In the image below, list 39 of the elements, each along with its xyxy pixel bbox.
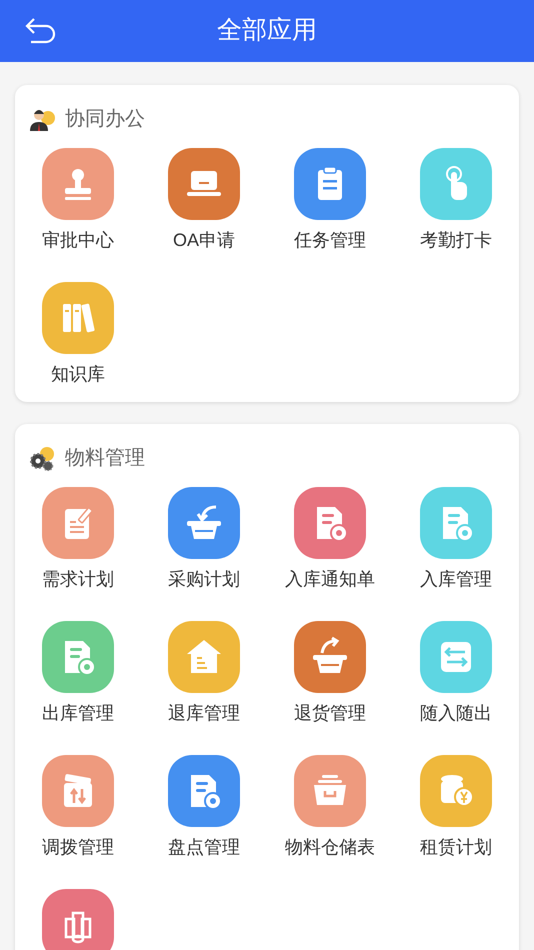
app-label: 调拨管理 — [42, 837, 114, 858]
app-label: OA申请 — [172, 230, 235, 251]
app-label: 租赁计划 — [420, 837, 492, 858]
app-tile[interactable]: 租赁计划 — [393, 755, 519, 858]
gears-coin-icon — [29, 445, 57, 471]
app-label: 入库通知单 — [285, 569, 375, 590]
app-tile[interactable]: 需求计划 — [15, 487, 141, 590]
app-tile[interactable]: 考勤打卡 — [393, 148, 519, 251]
app-label: 需求计划 — [42, 569, 114, 590]
section-title: 物料管理 — [65, 446, 145, 471]
app-tile[interactable]: 出库管理 — [15, 621, 141, 724]
app-tile[interactable]: 随入随出 — [393, 621, 519, 724]
page-title: 全部应用 — [217, 15, 317, 46]
app-tile[interactable]: 入库通知单 — [267, 487, 393, 590]
app-tile[interactable]: 入库管理 — [393, 487, 519, 590]
app-label: 退货管理 — [294, 703, 366, 724]
app-tile[interactable]: OA申请 — [141, 148, 267, 251]
app-label: 采购计划 — [168, 569, 240, 590]
app-label: 审批中心 — [42, 230, 114, 251]
app-tile[interactable]: 退货管理 — [267, 621, 393, 724]
app-label: 考勤打卡 — [420, 230, 492, 251]
app-label: 随入随出 — [420, 703, 492, 724]
app-tile[interactable]: 调拨管理 — [15, 755, 141, 858]
app-label: 任务管理 — [294, 230, 366, 251]
app-tile[interactable]: 知识库 — [15, 282, 141, 385]
app-tile[interactable]: 采购计划 — [141, 487, 267, 590]
app-tile[interactable]: 任务管理 — [267, 148, 393, 251]
app-tile[interactable]: 盘点管理 — [141, 755, 267, 858]
app-tile[interactable]: 审批中心 — [15, 148, 141, 251]
back-arrow-icon — [23, 16, 57, 46]
app-label: 物料仓储表 — [285, 837, 375, 858]
app-label: 知识库 — [51, 364, 105, 385]
app-label: 入库管理 — [420, 569, 492, 590]
app-label: 出库管理 — [42, 703, 114, 724]
app-label: 盘点管理 — [168, 837, 240, 858]
app-label: 退库管理 — [168, 703, 240, 724]
section-title: 协同办公 — [65, 107, 145, 132]
app-tile[interactable]: 物料仓储表 — [267, 755, 393, 858]
app-tile[interactable]: 退库管理 — [141, 621, 267, 724]
